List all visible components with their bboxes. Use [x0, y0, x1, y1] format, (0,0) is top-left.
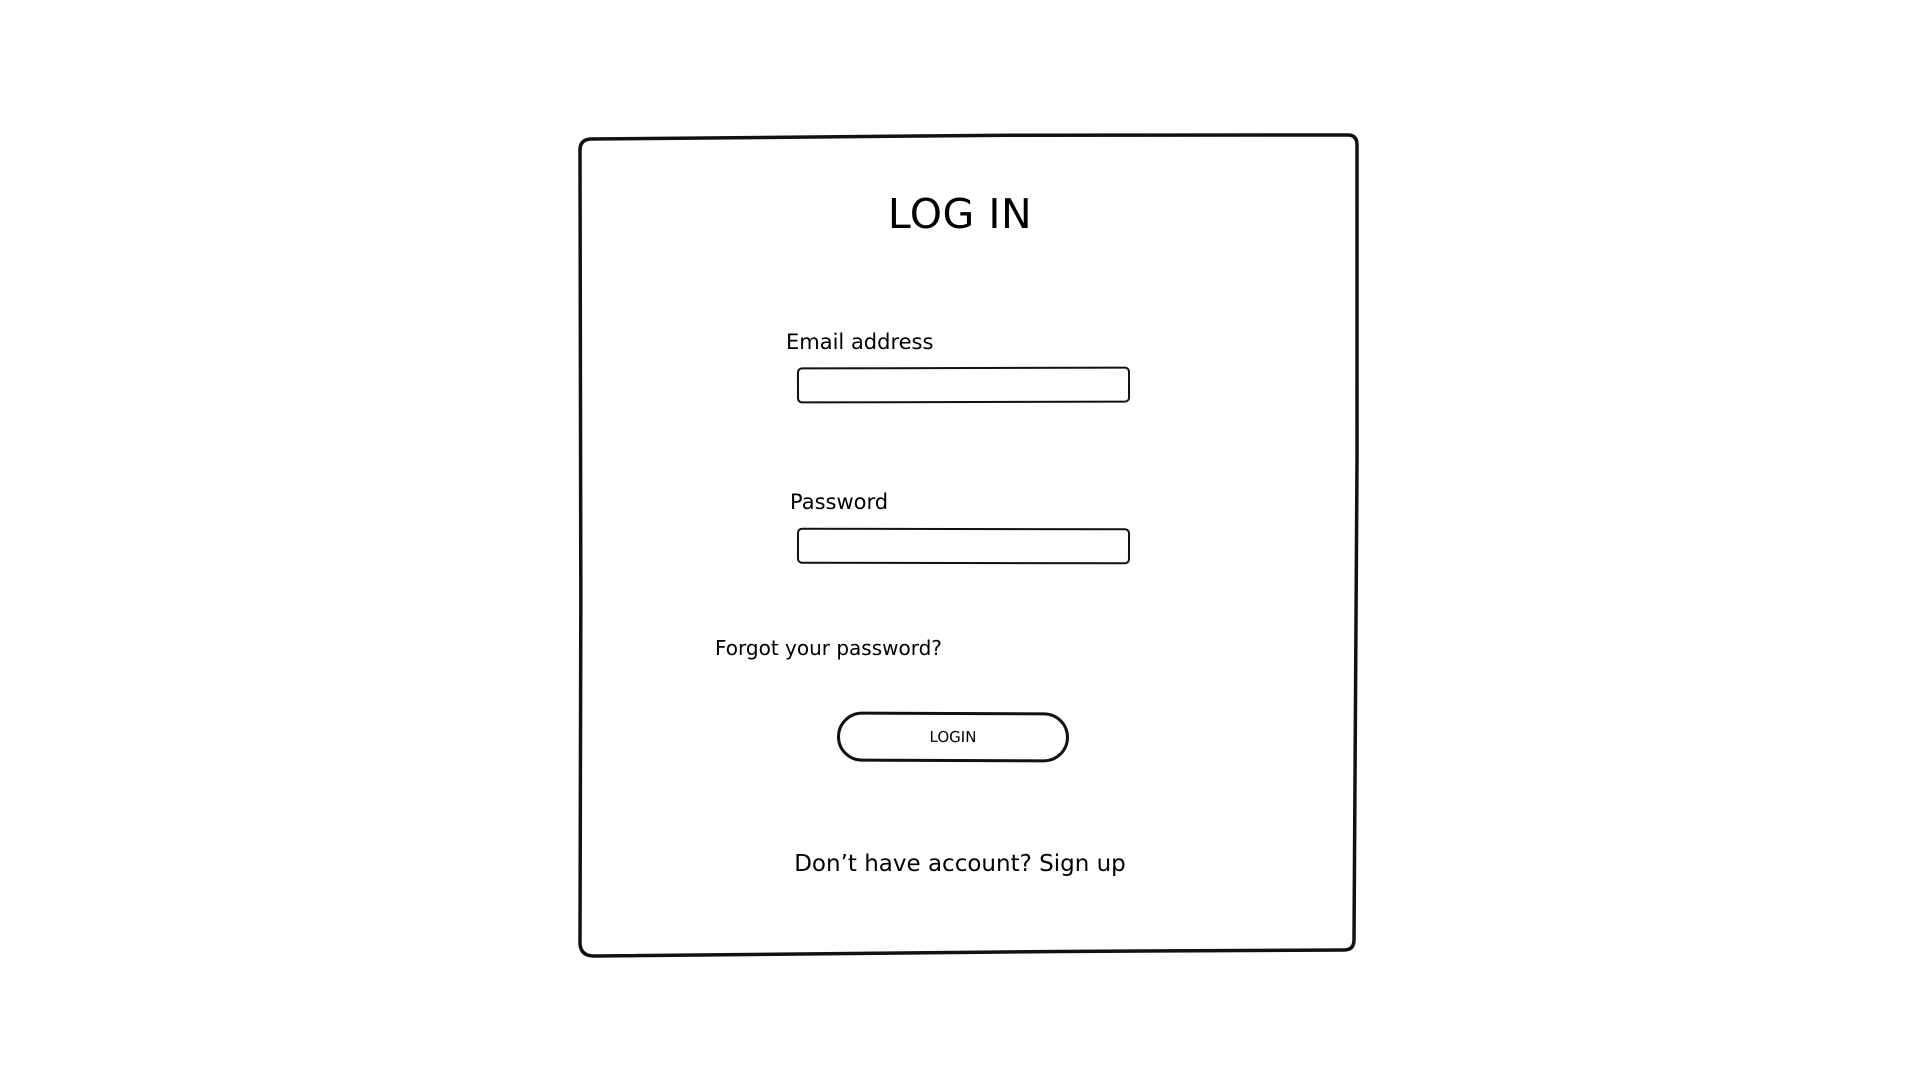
signup-link[interactable]: Sign up [1039, 851, 1126, 877]
login-button-label: LOGIN [929, 727, 977, 747]
password-field[interactable] [796, 527, 1131, 565]
email-field[interactable] [796, 366, 1131, 404]
email-label: Email address [786, 330, 934, 354]
forgot-password-link[interactable]: Forgot your password? [715, 636, 942, 660]
login-button[interactable]: LOGIN [836, 711, 1070, 763]
password-label: Password [790, 490, 889, 514]
login-screen: LOG IN Email address Password Forgot you… [0, 0, 1920, 1080]
signup-prompt-text: Don’t have account? [794, 851, 1032, 877]
signup-prompt-line: Don’t have account? Sign up [760, 851, 1160, 877]
page-title: LOG IN [887, 190, 1033, 238]
